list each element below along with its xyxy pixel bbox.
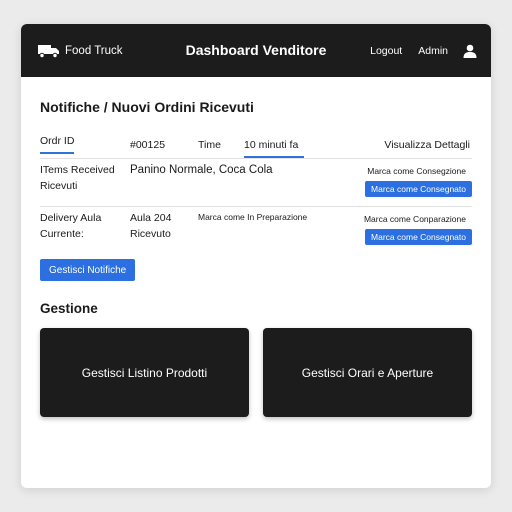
items-value: Panino Normale, Coca Cola xyxy=(130,164,273,176)
items-row: ITems Received Ricevuti Panino Normale, … xyxy=(40,159,472,207)
time-label: Time xyxy=(198,138,221,151)
admin-link[interactable]: Admin xyxy=(418,45,448,57)
order-id-value: #00125 xyxy=(130,138,166,151)
brand-label: Food Truck xyxy=(65,44,123,57)
view-details-link[interactable]: Visualizza Dettagli xyxy=(384,139,470,151)
dashboard-window: Food Truck Dashboard Venditore Logout Ad… xyxy=(21,24,491,488)
management-title: Gestione xyxy=(40,301,98,316)
order-id-label-cell: Ordr ID xyxy=(40,135,130,154)
time-value: 10 minuti fa xyxy=(244,139,304,158)
notifications-title: Notifiche / Nuovi Ordini Ricevuti xyxy=(40,99,254,115)
nav-right: Logout Admin xyxy=(354,24,477,77)
top-navbar: Food Truck Dashboard Venditore Logout Ad… xyxy=(21,24,491,77)
items-label: ITems Received Ricevuti xyxy=(40,164,115,192)
delivery-status[interactable]: Marca come In Preparazione xyxy=(198,207,307,257)
delivery-row: Delivery Aula Currente: Aula 204 Ricevut… xyxy=(40,207,472,257)
delivery-action-label: Marca come Conparazione xyxy=(363,214,466,224)
logout-link[interactable]: Logout xyxy=(370,45,402,57)
delivery-label: Delivery Aula Currente: xyxy=(40,212,102,240)
manage-hours-card[interactable]: Gestisci Orari e Aperture xyxy=(263,328,472,417)
brand[interactable]: Food Truck xyxy=(38,24,123,77)
items-actions: Marca come Consegzione Marca come Conseg… xyxy=(352,166,472,197)
user-icon[interactable] xyxy=(463,44,477,58)
order-id-label: Ordr ID xyxy=(40,135,75,154)
manage-notifications-button[interactable]: Gestisci Notifiche xyxy=(40,259,136,281)
truck-icon xyxy=(38,44,59,58)
delivery-value: Aula 204 Ricevuto xyxy=(130,212,172,240)
management-cards: Gestisci Listino Prodotti Gestisci Orari… xyxy=(40,328,472,417)
manage-products-card[interactable]: Gestisci Listino Prodotti xyxy=(40,328,249,417)
order-header-row: Ordr ID #00125 Time 10 minuti fa Visuali… xyxy=(40,131,472,159)
items-action-label: Marca come Consegzione xyxy=(367,166,466,176)
mark-delivered-button[interactable]: Marca come Consegnato xyxy=(365,181,472,197)
mark-delivered-button-2[interactable]: Marca come Consegnato xyxy=(365,229,472,245)
main-content: Notifiche / Nuovi Ordini Ricevuti Ordr I… xyxy=(21,77,491,417)
page-title: Dashboard Venditore xyxy=(185,42,327,58)
delivery-actions: Marca come Conparazione Marca come Conse… xyxy=(352,214,472,245)
